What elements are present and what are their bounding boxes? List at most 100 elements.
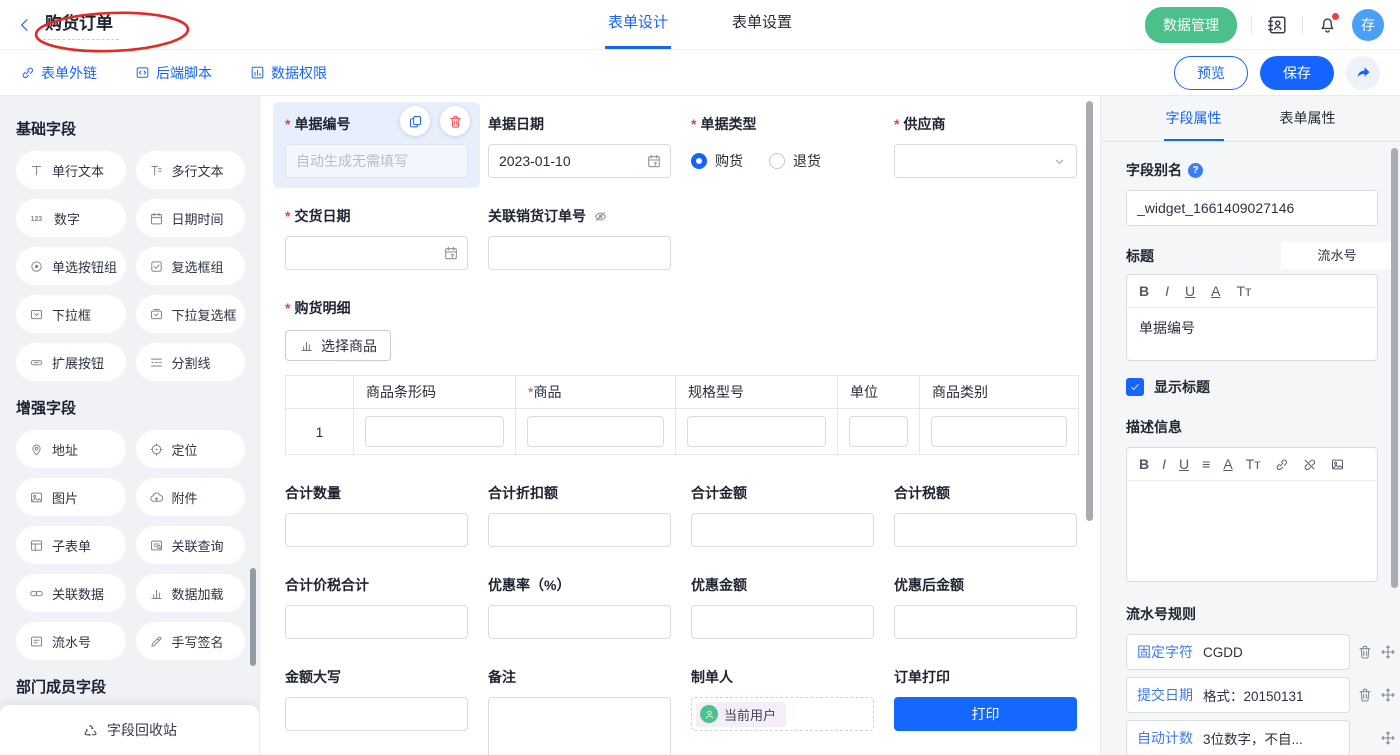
field-doc-no[interactable]: *单据编号 xyxy=(273,102,480,188)
supplier-select[interactable] xyxy=(894,144,1077,178)
sidebar-item-checkbox-group[interactable]: 复选框组 xyxy=(136,247,246,285)
total-qty-input[interactable] xyxy=(285,513,468,547)
field-related-order[interactable]: 关联销货订单号 xyxy=(488,206,671,270)
tab-form-settings[interactable]: 表单设置 xyxy=(729,0,795,49)
field-amount-words[interactable]: 金额大写 xyxy=(285,667,468,755)
field-total-tax[interactable]: 合计税额 xyxy=(894,483,1077,547)
underline-button[interactable]: U xyxy=(1179,456,1189,472)
total-with-tax-input[interactable] xyxy=(285,605,468,639)
creator-box[interactable]: 当前用户 xyxy=(691,697,874,731)
delete-rule-button[interactable] xyxy=(1357,644,1373,660)
bold-button[interactable]: B xyxy=(1139,283,1149,299)
delete-rule-button[interactable] xyxy=(1357,687,1373,703)
spec-input[interactable] xyxy=(687,416,826,447)
serial-number-badge[interactable]: 流水号 xyxy=(1281,242,1393,269)
back-icon[interactable] xyxy=(16,16,34,34)
rule-submit-date[interactable]: 提交日期 格式：20150131 xyxy=(1126,677,1350,713)
radio-option-return[interactable]: 退货 xyxy=(769,151,821,171)
after-discount-amount-input[interactable] xyxy=(894,605,1077,639)
sidebar-item-datetime[interactable]: 日期时间 xyxy=(136,199,246,237)
select-goods-button[interactable]: 选择商品 xyxy=(285,330,391,361)
sidebar-item-signature[interactable]: 手写签名 xyxy=(136,622,246,660)
field-alias-input[interactable] xyxy=(1126,190,1378,226)
field-creator[interactable]: 制单人 当前用户 xyxy=(691,667,874,755)
sidebar-item-linked-data[interactable]: 关联数据 xyxy=(16,574,126,612)
column-header[interactable]: 商品条形码 xyxy=(354,376,516,409)
doc-date-input[interactable] xyxy=(488,144,671,178)
copy-field-button[interactable] xyxy=(400,106,430,136)
field-order-print[interactable]: 订单打印 打印 xyxy=(894,667,1077,755)
sidebar-item-extend-button[interactable]: 扩展按钮 xyxy=(16,343,126,381)
sidebar-item-radio-group[interactable]: 单选按钮组 xyxy=(16,247,126,285)
tab-field-properties[interactable]: 字段属性 xyxy=(1164,96,1224,141)
avatar[interactable]: 存 xyxy=(1352,9,1384,41)
move-rule-handle[interactable] xyxy=(1380,644,1396,660)
field-recycle-bin[interactable]: 字段回收站 xyxy=(0,705,259,755)
sidebar-item-number[interactable]: 123 数字 xyxy=(16,199,126,237)
doc-no-input[interactable] xyxy=(285,144,468,178)
total-discount-input[interactable] xyxy=(488,513,671,547)
sidebar-item-data-load[interactable]: 数据加载 xyxy=(136,574,246,612)
total-amount-input[interactable] xyxy=(691,513,874,547)
unit-input[interactable] xyxy=(849,416,908,447)
notification-bell-icon[interactable] xyxy=(1317,14,1338,35)
backend-script-link[interactable]: 后端脚本 xyxy=(135,63,212,83)
sidebar-item-attachment[interactable]: 附件 xyxy=(136,478,246,516)
italic-button[interactable]: I xyxy=(1162,456,1166,472)
field-after-discount-amount[interactable]: 优惠后金额 xyxy=(894,575,1077,639)
move-rule-handle[interactable] xyxy=(1380,730,1396,746)
sidebar-scrollbar[interactable] xyxy=(250,568,256,666)
delivery-date-input[interactable] xyxy=(285,236,468,270)
preview-button[interactable]: 预览 xyxy=(1174,56,1248,90)
save-button[interactable]: 保存 xyxy=(1260,56,1334,90)
sidebar-item-linked-query[interactable]: 关联查询 xyxy=(136,526,246,564)
total-tax-input[interactable] xyxy=(894,513,1077,547)
show-title-checkbox[interactable] xyxy=(1126,378,1144,396)
column-header[interactable]: 商品类别 xyxy=(920,376,1079,409)
sidebar-item-serial-number[interactable]: 流水号 xyxy=(16,622,126,660)
italic-button[interactable]: I xyxy=(1165,283,1169,299)
field-total-amount[interactable]: 合计金额 xyxy=(691,483,874,547)
field-doc-type[interactable]: *单据类型 购货 退货 xyxy=(691,114,874,178)
radio-option-purchase[interactable]: 购货 xyxy=(691,151,743,171)
underline-button[interactable]: U xyxy=(1185,283,1195,299)
insert-image-button[interactable] xyxy=(1330,457,1345,472)
print-button[interactable]: 打印 xyxy=(894,697,1077,731)
amount-words-input[interactable] xyxy=(285,697,468,731)
column-header[interactable]: *商品 xyxy=(516,376,676,409)
sidebar-item-single-line-text[interactable]: 单行文本 xyxy=(16,151,126,189)
sidebar-item-geolocation[interactable]: 定位 xyxy=(136,430,246,468)
font-size-button[interactable]: Tт xyxy=(1246,456,1261,472)
sidebar-item-divider[interactable]: 分割线 xyxy=(136,343,246,381)
field-discount-rate[interactable]: 优惠率（%） xyxy=(488,575,671,639)
rule-fixed-chars[interactable]: 固定字符 CGDD xyxy=(1126,634,1350,670)
font-size-button[interactable]: Tт xyxy=(1236,283,1251,299)
field-remark[interactable]: 备注 xyxy=(488,667,671,755)
font-color-button[interactable]: A xyxy=(1223,456,1232,472)
data-manage-button[interactable]: 数据管理 xyxy=(1145,7,1237,43)
goods-input[interactable] xyxy=(527,416,664,447)
barcode-input[interactable] xyxy=(365,416,504,447)
field-total-qty[interactable]: 合计数量 xyxy=(285,483,468,547)
description-editor-content[interactable] xyxy=(1127,481,1377,581)
align-button[interactable]: ≡ xyxy=(1202,456,1210,472)
column-header[interactable]: 单位 xyxy=(838,376,920,409)
sidebar-item-subform[interactable]: 子表单 xyxy=(16,526,126,564)
delete-field-button[interactable] xyxy=(440,106,470,136)
field-doc-date[interactable]: 单据日期 xyxy=(488,114,671,178)
help-icon[interactable]: ? xyxy=(1188,163,1203,178)
discount-amount-input[interactable] xyxy=(691,605,874,639)
share-button[interactable] xyxy=(1346,56,1380,90)
related-order-input[interactable] xyxy=(488,236,671,270)
insert-link-button[interactable] xyxy=(1274,457,1289,472)
field-supplier[interactable]: *供应商 xyxy=(894,114,1077,178)
discount-rate-input[interactable] xyxy=(488,605,671,639)
tab-form-design[interactable]: 表单设计 xyxy=(605,0,671,49)
category-input[interactable] xyxy=(931,416,1067,447)
field-delivery-date[interactable]: *交货日期 xyxy=(285,206,468,270)
bold-button[interactable]: B xyxy=(1139,456,1149,472)
address-book-icon[interactable] xyxy=(1266,14,1288,36)
field-total-discount[interactable]: 合计折扣额 xyxy=(488,483,671,547)
field-purchase-detail[interactable]: *购货明细 选择商品 商品条形码 *商品 规格型号 单位 商品类别 xyxy=(285,298,1077,455)
sidebar-item-dropdown-multiselect[interactable]: 下拉复选框 xyxy=(136,295,246,333)
